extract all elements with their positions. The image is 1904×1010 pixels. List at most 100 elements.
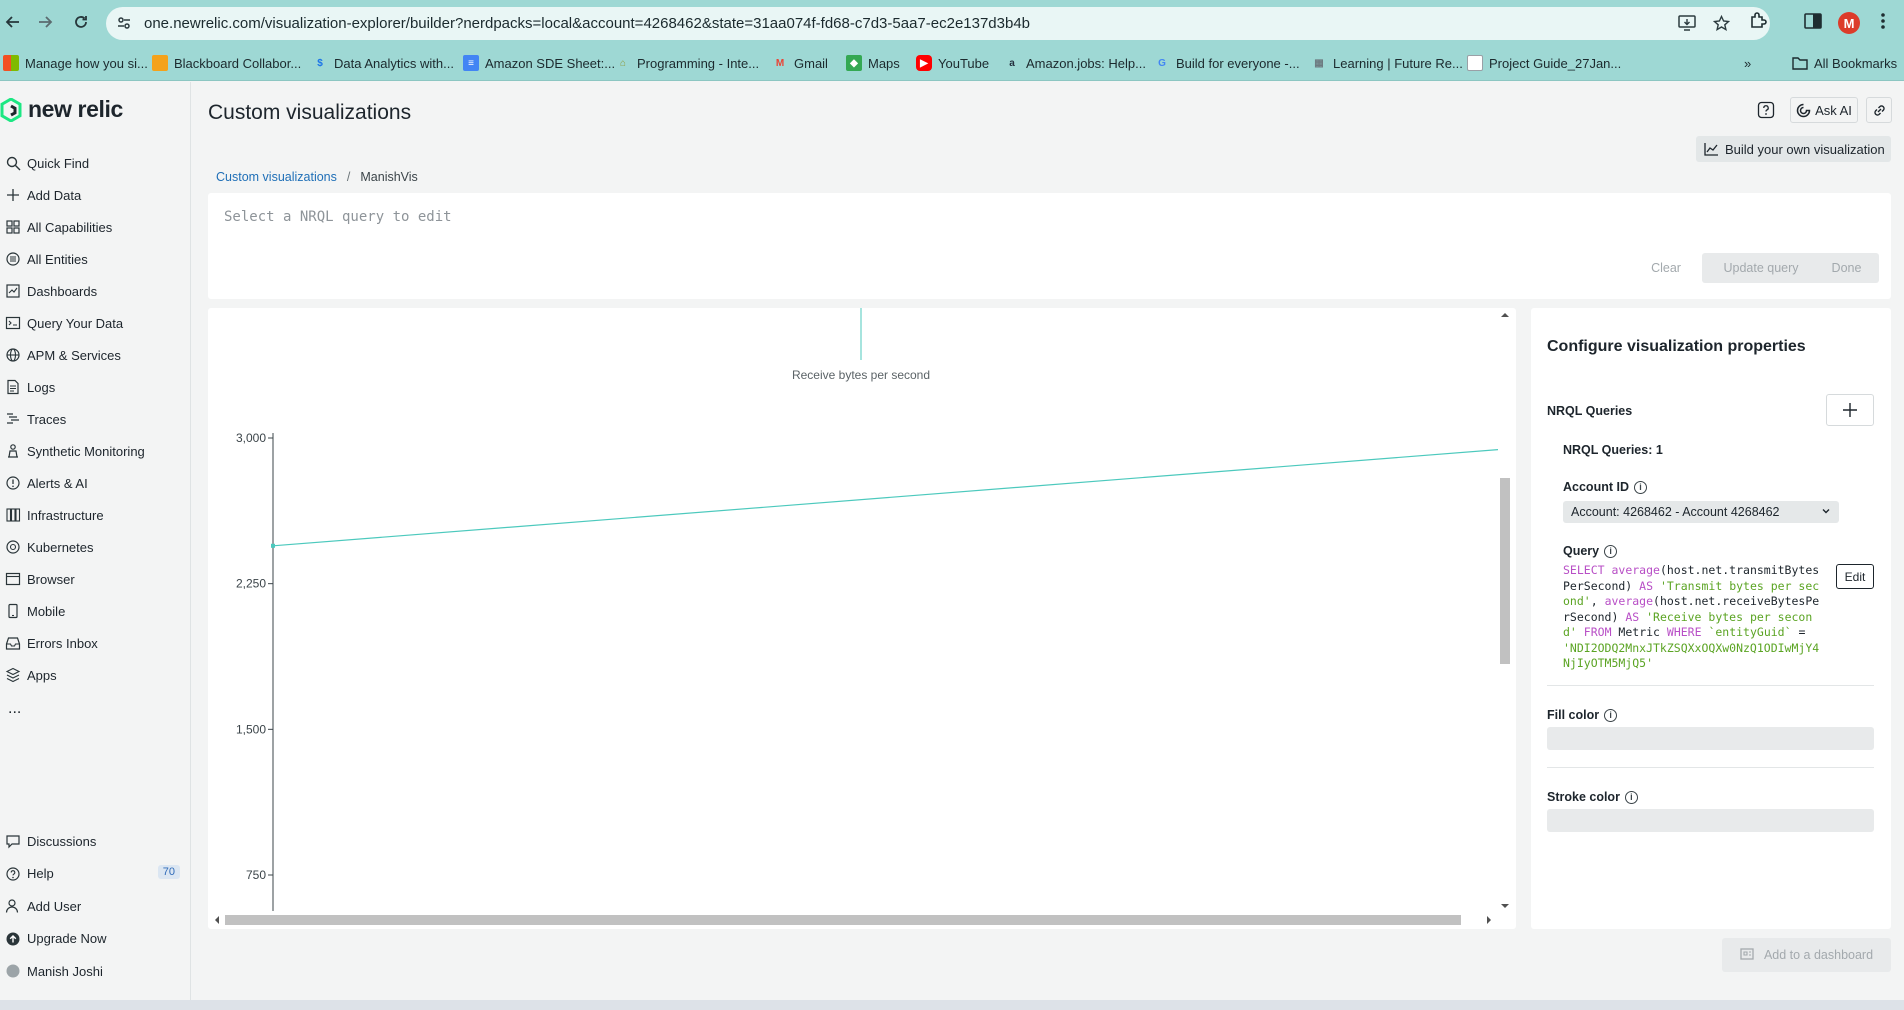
sidebar-item-apps[interactable]: Apps <box>0 660 190 690</box>
bookmark-item[interactable]: ▦ Learning | Future Re... <box>1311 45 1463 81</box>
link-icon <box>1873 104 1885 116</box>
bookmark-item[interactable]: Project Guide_27Jan... <box>1467 45 1621 81</box>
scroll-left-icon[interactable] <box>212 913 222 927</box>
vertical-scroll-thumb[interactable] <box>1500 478 1510 664</box>
sidebar-item-quick-find[interactable]: Quick Find <box>0 148 190 178</box>
update-query-button[interactable]: Update query <box>1702 253 1820 283</box>
sidebar-item-kubernetes[interactable]: Kubernetes <box>0 532 190 562</box>
sidebar-item-upgrade-now[interactable]: Upgrade Now <box>0 924 190 954</box>
bookmark-item[interactable]: ◆ Maps <box>846 45 900 81</box>
sidebar-item-manish-joshi[interactable]: Manish Joshi <box>0 956 190 986</box>
site-info-icon[interactable] <box>116 15 132 31</box>
query-token: , <box>1590 594 1605 608</box>
bookmark-item[interactable]: Manage how you si... <box>3 45 148 81</box>
divider <box>1547 767 1874 768</box>
horizontal-scroll-thumb[interactable] <box>225 915 1461 925</box>
sidebar-item-traces[interactable]: Traces <box>0 404 190 434</box>
apps-icon <box>4 666 22 684</box>
sidebar-item-discussions[interactable]: Discussions <box>0 826 190 856</box>
info-icon[interactable]: i <box>1633 480 1647 494</box>
sidebar-item-label: Upgrade Now <box>27 931 107 946</box>
sidebar-item-query-your-data[interactable]: Query Your Data <box>0 308 190 338</box>
sidebar-item-all-capabilities[interactable]: All Capabilities <box>0 212 190 242</box>
address-bar[interactable]: one.newrelic.com/visualization-explorer/… <box>106 7 1770 40</box>
sidebar-item-errors-inbox[interactable]: Errors Inbox <box>0 628 190 658</box>
bookmark-item[interactable]: ⌂ Programming - Inte... <box>615 45 759 81</box>
traces-icon <box>4 410 22 428</box>
bookmark-item[interactable]: ▶ YouTube <box>916 45 989 81</box>
sidebar: new relic Quick Find Add Data All Capabili… <box>0 82 191 1000</box>
query-token: 'NDI2ODQ2MnxJTkZSQXxOQXw0NzQ1ODIwMjY4NjI… <box>1563 640 1820 671</box>
bookmark-item[interactable]: Blackboard Collabor... <box>152 45 301 81</box>
bookmark-star-icon[interactable] <box>1713 15 1730 32</box>
forward-arrow-icon[interactable] <box>32 9 58 35</box>
sidebar-item-browser[interactable]: Browser <box>0 564 190 594</box>
sidebar-item-logs[interactable]: Logs <box>0 372 190 402</box>
stroke-color-input[interactable] <box>1547 809 1874 832</box>
nrql-query-editor[interactable]: Select a NRQL query to edit Clear Update… <box>208 193 1891 299</box>
extensions-icon[interactable] <box>1748 11 1768 31</box>
horizontal-scrollbar[interactable] <box>208 911 1498 927</box>
help-button[interactable] <box>1754 97 1778 123</box>
bookmarks-bar: Manage how you si... Blackboard Collabor… <box>0 45 1904 81</box>
edit-query-button[interactable]: Edit <box>1836 564 1874 589</box>
series-layer <box>271 449 1498 548</box>
bookmark-item[interactable]: M Gmail <box>772 45 828 81</box>
profile-avatar[interactable]: M <box>1838 12 1860 34</box>
install-app-icon[interactable] <box>1678 15 1696 31</box>
sidebar-item-infrastructure[interactable]: Infrastructure <box>0 500 190 530</box>
sidebar-item-add-data[interactable]: Add Data <box>0 180 190 210</box>
add-query-button[interactable] <box>1826 394 1874 426</box>
url-text: one.newrelic.com/visualization-explorer/… <box>144 15 1031 32</box>
learning-icon: ▦ <box>1314 57 1324 69</box>
data-point[interactable] <box>271 543 275 548</box>
info-icon[interactable]: i <box>1624 790 1638 804</box>
scroll-right-icon[interactable] <box>1484 913 1494 927</box>
vertical-scrollbar[interactable] <box>1498 308 1512 913</box>
sidebar-item-all-entities[interactable]: All Entities <box>0 244 190 274</box>
dollar-icon: $ <box>317 57 323 69</box>
scroll-up-icon[interactable] <box>1498 310 1512 320</box>
sidebar-item-dashboards[interactable]: Dashboards <box>0 276 190 306</box>
account-select[interactable]: Account: 4268462 - Account 4268462 <box>1563 501 1839 523</box>
bookmark-item[interactable]: ≡ Amazon SDE Sheet:... <box>463 45 615 81</box>
bookmark-item[interactable]: $ Data Analytics with... <box>312 45 454 81</box>
sidebar-item-alerts-ai[interactable]: Alerts & AI <box>0 468 190 498</box>
amazon-icon: a <box>1009 57 1015 69</box>
side-panel-icon[interactable] <box>1803 11 1823 31</box>
bookmarks-overflow-icon[interactable]: » <box>1744 45 1751 81</box>
dashboard-icon <box>4 282 22 300</box>
sidebar-item-label: Kubernetes <box>27 539 94 555</box>
sidebar-item-help[interactable]: Help 70 <box>0 859 190 889</box>
done-button[interactable]: Done <box>1814 253 1879 283</box>
new-relic-logo[interactable]: new relic <box>0 96 123 123</box>
sidebar-item-synthetic-monitoring[interactable]: Synthetic Monitoring <box>0 436 190 466</box>
info-icon[interactable]: i <box>1604 544 1618 558</box>
sidebar-item-label: All Capabilities <box>27 219 113 235</box>
all-bookmarks[interactable]: All Bookmarks <box>1792 45 1897 81</box>
bookmark-item[interactable]: a Amazon.jobs: Help... <box>1004 45 1146 81</box>
back-arrow-icon[interactable] <box>0 9 26 35</box>
sidebar-item-apm-services[interactable]: APM & Services <box>0 340 190 370</box>
build-visualization-button[interactable]: Build your own visualization <box>1696 136 1891 162</box>
scroll-down-icon[interactable] <box>1498 901 1512 911</box>
plus-icon <box>1843 403 1857 417</box>
more-menu-icon[interactable] <box>1880 11 1886 31</box>
query-token: average <box>1604 594 1654 608</box>
sidebar-item-add-user[interactable]: Add User <box>0 891 190 921</box>
add-to-dashboard-button[interactable]: Add to a dashboard <box>1722 938 1891 972</box>
info-icon[interactable]: i <box>1604 708 1618 722</box>
sidebar-item-mobile[interactable]: Mobile <box>0 596 190 626</box>
breadcrumb-parent-link[interactable]: Custom visualizations <box>216 170 337 184</box>
account-id-label: Account ID i <box>1563 480 1647 494</box>
grid-icon <box>4 218 22 236</box>
mobile-icon <box>4 602 22 620</box>
fill-color-input[interactable] <box>1547 727 1874 750</box>
series-line[interactable] <box>272 449 1498 547</box>
clear-button[interactable]: Clear <box>1638 253 1694 283</box>
bookmark-item[interactable]: G Build for everyone -... <box>1154 45 1299 81</box>
sidebar-more[interactable]: ... <box>0 694 190 724</box>
reload-icon[interactable] <box>68 9 94 35</box>
ask-ai-button[interactable]: Ask AI <box>1790 97 1858 123</box>
copy-link-button[interactable] <box>1866 97 1892 123</box>
